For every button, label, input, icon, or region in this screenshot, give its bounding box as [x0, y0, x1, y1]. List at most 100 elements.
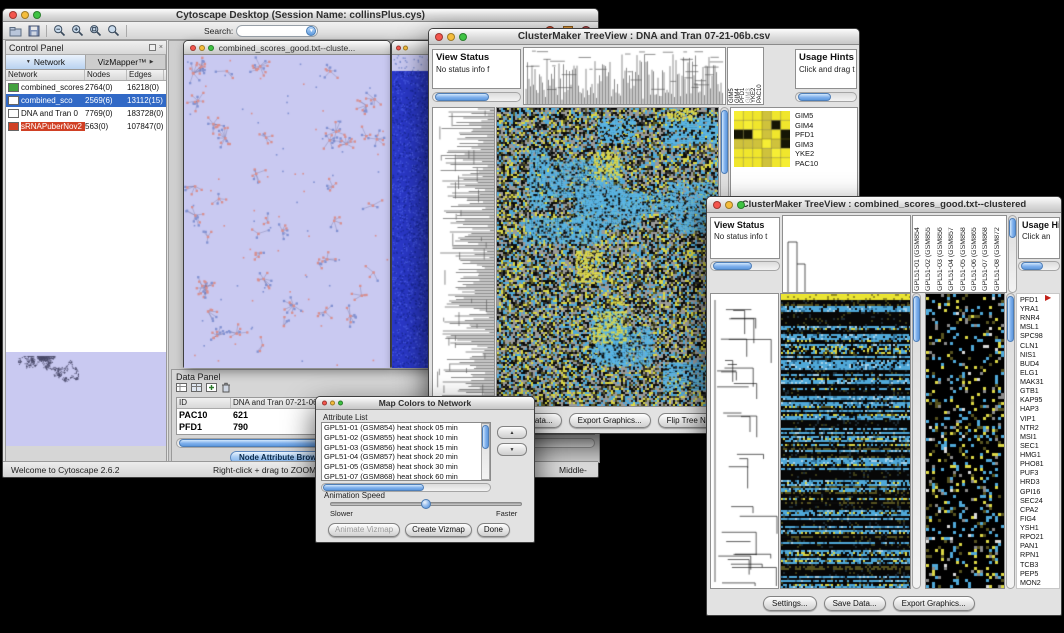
zoom-selected-icon[interactable]: [106, 24, 121, 38]
float-panel-icon[interactable]: [149, 44, 156, 51]
zoom-out-icon[interactable]: [52, 24, 67, 38]
chevron-down-icon[interactable]: ▼: [306, 26, 316, 36]
network-list-item[interactable]: DNA and Tran 07769(0)183728(0): [6, 107, 166, 120]
save-session-icon[interactable]: [26, 24, 41, 38]
row-dendrogram[interactable]: [433, 108, 494, 406]
network-canvas[interactable]: [184, 55, 390, 368]
scrollbar-thumb[interactable]: [1007, 296, 1014, 342]
scrollbar-thumb[interactable]: [798, 93, 831, 101]
zoom-window-icon[interactable]: [338, 401, 343, 406]
gene-label-bud4: BUD4: [1018, 359, 1058, 368]
close-icon[interactable]: [322, 401, 327, 406]
close-panel-icon[interactable]: ×: [159, 44, 163, 51]
attribute-item[interactable]: GPL51-01 (GSM854) heat shock 05 min: [322, 423, 490, 433]
dense-view-titlebar[interactable]: [392, 41, 431, 55]
treeview-combined-buttons: Settings... Save Data... Export Graphics..…: [763, 596, 975, 611]
done-button[interactable]: Done: [477, 523, 510, 537]
minimize-icon[interactable]: [330, 401, 335, 406]
network-list-item[interactable]: combined_sco2569(6)13112(15): [6, 94, 166, 107]
minimize-icon[interactable]: [199, 45, 205, 51]
usage-hints-heading: Usage Hints: [799, 52, 853, 63]
export-graphics-button[interactable]: Export Graphics...: [569, 413, 651, 428]
scrollbar-thumb[interactable]: [323, 484, 424, 491]
gene-label-hrd3: HRD3: [1018, 478, 1058, 487]
slider-knob[interactable]: [421, 499, 431, 509]
network-view-titlebar[interactable]: combined_scores_good.txt--cluste...: [184, 41, 390, 55]
window-network-view-dense: [391, 40, 432, 368]
minimize-icon[interactable]: [21, 11, 29, 19]
animation-speed-slider[interactable]: [330, 502, 522, 506]
close-icon[interactable]: [190, 45, 196, 51]
column-dendrogram[interactable]: [524, 48, 725, 104]
cytoscape-titlebar[interactable]: Cytoscape Desktop (Session Name: collins…: [3, 9, 598, 22]
scrollbar-thumb[interactable]: [721, 110, 728, 174]
expression-heatmap[interactable]: [781, 294, 910, 588]
attribute-select-icon[interactable]: [176, 380, 187, 398]
attribute-item[interactable]: GPL51-05 (GSM858) heat shock 30 min: [322, 462, 490, 472]
column-dendrogram[interactable]: [783, 216, 910, 292]
export-graphics-button[interactable]: Export Graphics...: [893, 596, 975, 611]
scrollbar-thumb[interactable]: [713, 262, 752, 270]
zoom-window-icon[interactable]: [33, 11, 41, 19]
treeview-dna-titlebar[interactable]: ClusterMaker TreeView : DNA and Tran 07-…: [429, 29, 859, 45]
save-data-button[interactable]: Save Data...: [824, 596, 886, 611]
tab-vizmapper™[interactable]: VizMapper™▶: [86, 55, 166, 69]
dialog-titlebar[interactable]: Map Colors to Network: [316, 397, 534, 410]
network-list-item[interactable]: sRNAPuberNov2563(0)107847(0): [6, 120, 166, 133]
close-icon[interactable]: [9, 11, 17, 19]
attribute-item[interactable]: GPL51-04 (GSM857) heat shock 20 min: [322, 452, 490, 462]
zoom-window-icon[interactable]: [737, 201, 745, 209]
column-header-nodes[interactable]: Nodes: [85, 70, 127, 80]
attribute-listbox[interactable]: GPL51-01 (GSM854) heat shock 05 minGPL51…: [321, 422, 491, 481]
expression-heatmap[interactable]: [497, 108, 718, 406]
animate-vizmap-button[interactable]: Animate Vizmap: [328, 523, 400, 537]
attribute-list: GPL51-01 (GSM854) heat shock 05 minGPL51…: [322, 423, 490, 481]
attribute-item[interactable]: GPL51-07 (GSM868) heat shock 60 min: [322, 472, 490, 481]
array-column-label: GPL51-07 (GSM868: [982, 217, 993, 291]
treeview-combined-titlebar[interactable]: ClusterMaker TreeView : combined_scores_…: [707, 197, 1061, 213]
column-header-network[interactable]: Network: [6, 70, 85, 80]
column-dendrogram-panel: [523, 47, 726, 105]
scrollbar-thumb[interactable]: [913, 296, 920, 342]
settings-button[interactable]: Settings...: [763, 596, 817, 611]
move-attribute-up-button[interactable]: ▲: [497, 426, 527, 439]
minimize-icon[interactable]: [725, 201, 733, 209]
scrollbar-thumb[interactable]: [1009, 218, 1016, 238]
scrollbar-thumb[interactable]: [482, 425, 489, 449]
close-icon[interactable]: [713, 201, 721, 209]
close-icon[interactable]: [435, 33, 443, 41]
zoom-window-icon[interactable]: [459, 33, 467, 41]
column-dendrogram-panel: [782, 215, 911, 293]
network-overview-thumbnail[interactable]: [6, 352, 166, 446]
view-status-text: No status info t: [714, 232, 776, 241]
similarity-matrix[interactable]: [734, 111, 790, 167]
tab-network[interactable]: ▼Network: [6, 55, 86, 69]
view-status-box: View Status No status info f: [432, 49, 521, 89]
create-attribute-icon[interactable]: [206, 380, 217, 398]
minimize-icon[interactable]: [447, 33, 455, 41]
search-input[interactable]: ▼: [236, 25, 318, 37]
create-vizmap-button[interactable]: Create Vizmap: [405, 523, 472, 537]
zoom-window-icon[interactable]: [208, 45, 214, 51]
zoom-fit-icon[interactable]: [88, 24, 103, 38]
row-dendrogram[interactable]: [711, 294, 778, 588]
status-hint-pan: Middle-: [559, 465, 587, 475]
attribute-table-icon[interactable]: [191, 380, 202, 398]
scrollbar-thumb[interactable]: [1021, 262, 1043, 270]
column-header-edges[interactable]: Edges: [127, 70, 164, 80]
scrollbar-thumb[interactable]: [435, 93, 489, 101]
open-session-icon[interactable]: [8, 24, 23, 38]
gene-label-msl1: MSL1: [1018, 322, 1058, 331]
minimize-icon[interactable]: [403, 45, 408, 50]
secondary-heatmap[interactable]: [926, 294, 1004, 588]
trash-icon[interactable]: [221, 380, 231, 398]
network-list-item[interactable]: combined_scores2764(0)16218(0): [6, 81, 166, 94]
column-header-id[interactable]: ID: [177, 398, 231, 408]
dense-network-canvas[interactable]: [392, 55, 431, 368]
attribute-item[interactable]: GPL51-02 (GSM855) heat shock 10 min: [322, 433, 490, 443]
move-attribute-down-button[interactable]: ▼: [497, 443, 527, 456]
zoom-in-icon[interactable]: [70, 24, 85, 38]
close-icon[interactable]: [396, 45, 401, 50]
attribute-item[interactable]: GPL51-03 (GSM856) heat shock 15 min: [322, 443, 490, 453]
gene-label-ntr2: NTR2: [1018, 423, 1058, 432]
